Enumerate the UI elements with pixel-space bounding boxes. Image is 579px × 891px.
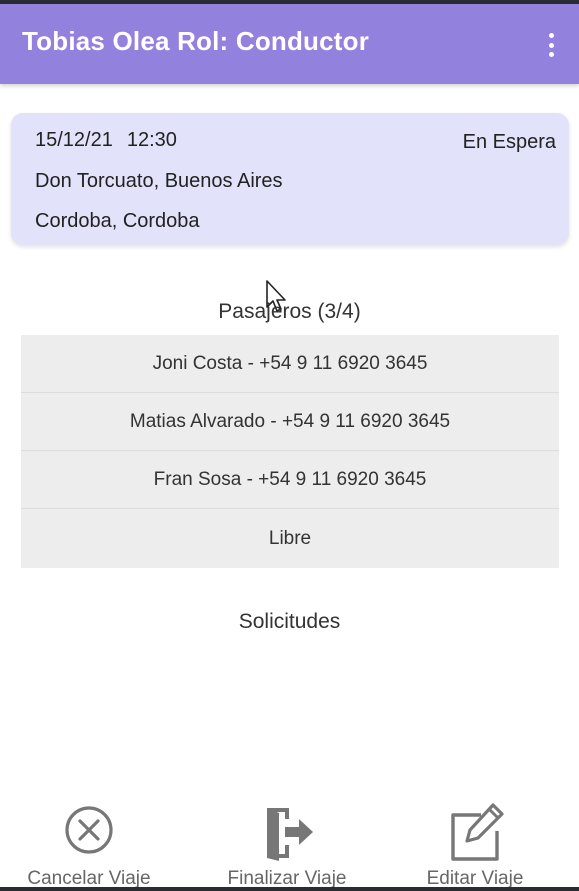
passenger-item-free[interactable]: Libre: [21, 509, 559, 568]
app-bar: Tobias Olea Rol: Conductor: [0, 4, 579, 84]
more-vert-icon[interactable]: [536, 28, 566, 62]
edit-icon: [443, 801, 507, 865]
passenger-item[interactable]: Matias Alvarado - +54 9 11 6920 3645: [21, 393, 559, 451]
trip-destination: Cordoba, Cordoba: [35, 210, 200, 232]
trip-datetime: 15/12/21 12:30: [35, 129, 177, 152]
page-title: Tobias Olea Rol: Conductor: [22, 26, 370, 56]
menu-dot: [548, 52, 554, 57]
trip-origin: Don Torcuato, Buenos Aires: [35, 170, 283, 192]
menu-dot: [548, 42, 554, 48]
exit-door-icon: [255, 801, 319, 865]
passenger-item[interactable]: Joni Costa - +54 9 11 6920 3645: [21, 335, 559, 393]
finish-trip-button[interactable]: Finalizar Viaje: [197, 795, 377, 891]
passengers-title: Pasajeros (3/4): [218, 300, 361, 323]
bottom-actions: Cancelar Viaje Finalizar Viaje Editar Vi…: [0, 795, 579, 891]
passenger-list: Joni Costa - +54 9 11 6920 3645 Matias A…: [21, 335, 559, 568]
cancel-circle-icon: [57, 801, 121, 865]
cancel-trip-button[interactable]: Cancelar Viaje: [0, 795, 179, 891]
navigation-bar-edge: [0, 887, 579, 891]
trip-status: En Espera: [462, 131, 556, 153]
edit-trip-button[interactable]: Editar Viaje: [385, 795, 565, 891]
menu-dot: [548, 33, 554, 38]
trip-date: 15/12/21: [35, 129, 113, 151]
requests-title: Solicitudes: [238, 610, 341, 633]
trip-card[interactable]: 15/12/21 12:30 En Espera Don Torcuato, Bu…: [11, 113, 569, 245]
passenger-item[interactable]: Fran Sosa - +54 9 11 6920 3645: [21, 451, 559, 509]
trip-time: 12:30: [126, 129, 177, 151]
